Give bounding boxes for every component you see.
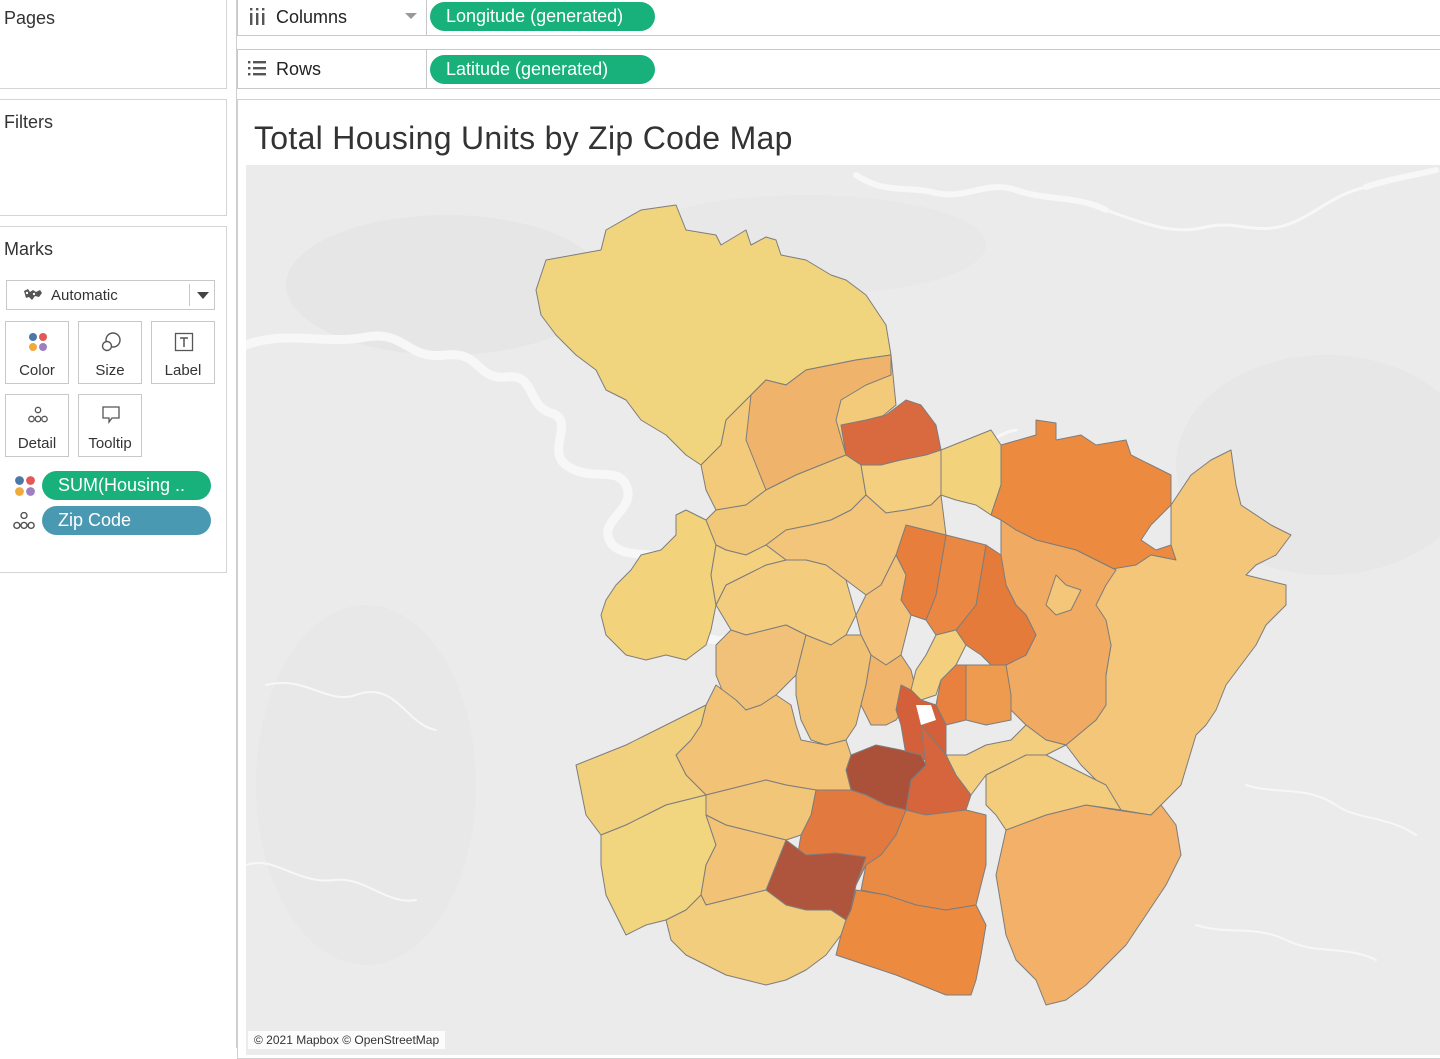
columns-icon [250, 8, 265, 25]
dropdown-divider [189, 284, 190, 306]
map-attribution[interactable]: © 2021 Mapbox © OpenStreetMap [248, 1031, 446, 1049]
filters-shelf[interactable]: Filters [0, 99, 227, 216]
latitude-pill[interactable]: Latitude (generated) [430, 55, 655, 84]
text-label-icon [174, 332, 194, 352]
zip-code-map[interactable] [246, 165, 1440, 1055]
color-field-pill[interactable]: SUM(Housing .. [42, 471, 211, 500]
longitude-pill[interactable]: Longitude (generated) [430, 2, 655, 31]
color-button[interactable]: Color [5, 321, 69, 384]
detail-field-pill[interactable]: Zip Code [42, 506, 211, 535]
pages-shelf[interactable]: Pages [0, 0, 227, 89]
detail-icon [28, 406, 48, 423]
tooltip-button-label: Tooltip [88, 435, 132, 452]
label-button-label: Label [164, 362, 202, 379]
label-button[interactable]: Label [151, 321, 215, 384]
marks-title: Marks [4, 239, 53, 259]
filters-title: Filters [4, 112, 53, 132]
detail-encoding-icon [13, 511, 35, 530]
view-title: Total Housing Units by Zip Code Map [254, 120, 793, 156]
pages-title: Pages [4, 8, 56, 28]
size-button-label: Size [95, 362, 125, 379]
rows-label: Rows [276, 59, 322, 79]
rows-icon [248, 61, 266, 76]
tooltip-button[interactable]: Tooltip [78, 394, 142, 457]
shelf-divider [426, 0, 427, 35]
detail-button-label: Detail [17, 435, 57, 452]
shelf-divider [426, 50, 427, 88]
rows-shelf[interactable]: Rows Latitude (generated) [237, 49, 1440, 89]
tooltip-icon [102, 406, 120, 424]
size-button[interactable]: Size [78, 321, 142, 384]
map-mark-icon [24, 289, 42, 300]
color-encoding-icon [15, 476, 35, 496]
mark-type-dropdown[interactable]: Automatic [6, 280, 215, 310]
size-icon [101, 332, 121, 352]
color-button-label: Color [19, 362, 55, 379]
mark-type-label: Automatic [51, 287, 118, 304]
columns-shelf[interactable]: Columns Longitude (generated) [237, 0, 1440, 36]
chevron-down-icon[interactable] [197, 292, 209, 299]
color-icon [29, 333, 47, 351]
columns-label: Columns [276, 7, 348, 27]
detail-button[interactable]: Detail [5, 394, 69, 457]
columns-chevron-down-icon[interactable] [405, 13, 417, 19]
